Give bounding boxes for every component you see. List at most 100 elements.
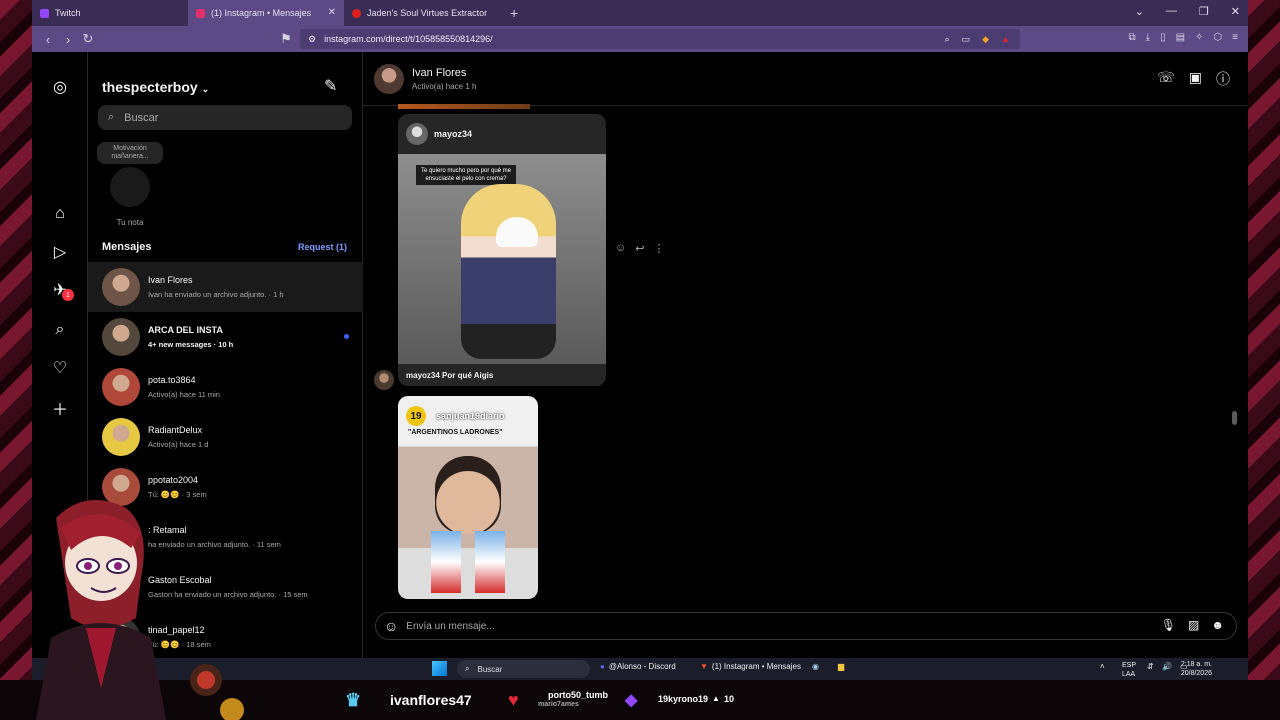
shared-post[interactable]: mayoz34 Te quiero mucho pero por qué me … xyxy=(398,114,606,386)
info-icon[interactable]: ⓘ xyxy=(1216,69,1230,89)
search-icon[interactable]: ⌕ xyxy=(50,320,70,340)
mic-icon[interactable]: 🎙 xyxy=(1161,618,1176,632)
close-tab-icon[interactable]: ✕ xyxy=(328,7,336,18)
post-header: mayoz34 xyxy=(406,123,472,145)
avatar xyxy=(102,368,140,406)
maximize-button[interactable]: ❐ xyxy=(1199,5,1209,18)
search-field[interactable]: ⌕ xyxy=(98,105,352,130)
rewards-icon[interactable]: ▲ xyxy=(1001,34,1010,45)
reload-icon[interactable]: ↻ xyxy=(78,31,98,47)
video-icon[interactable]: ▣ xyxy=(1189,69,1202,89)
conversation-item[interactable]: pota.to3864 Activo(a) hace 11 min xyxy=(88,362,363,412)
windows-icon[interactable] xyxy=(432,661,447,676)
language-indicator[interactable]: ESP LAA xyxy=(1122,661,1136,679)
cast-icon[interactable]: ▭ xyxy=(962,34,971,45)
avatar xyxy=(102,268,140,306)
contact-status: Activo(a) hace 1 h xyxy=(412,82,477,91)
forward-icon[interactable]: › xyxy=(58,32,78,47)
person-face xyxy=(435,456,501,534)
taskbar-search[interactable]: ⌕ Buscar xyxy=(457,660,590,678)
wallet-icon[interactable]: ▤ xyxy=(1176,32,1185,43)
steam-icon[interactable]: ◉ xyxy=(812,662,819,671)
taskbar-discord[interactable]: ● @Alonso - Discord xyxy=(600,662,676,671)
create-icon[interactable]: ＋ xyxy=(50,398,70,419)
new-tab-button[interactable]: + xyxy=(510,5,518,21)
search-input[interactable] xyxy=(124,111,325,124)
heart-icon: ♥ xyxy=(508,690,519,710)
volume-icon[interactable]: 🔊 xyxy=(1162,662,1172,671)
download-icon[interactable]: ⤓ xyxy=(1146,32,1150,43)
message-actions: ☺ ↩ ⋮ xyxy=(615,242,664,255)
url-actions: ⌕ ▭ ◆ ▲ xyxy=(945,34,1010,45)
instagram-icon xyxy=(196,8,205,18)
back-icon[interactable]: ‹ xyxy=(38,32,58,47)
tab-jaden[interactable]: Jaden's Soul Virtues Extractor xyxy=(344,0,500,26)
image-icon[interactable]: ▨ xyxy=(1188,618,1199,632)
conversation-item[interactable]: Ivan Flores Ivan ha enviado un archivo ad… xyxy=(88,262,363,312)
avatar[interactable] xyxy=(374,64,404,94)
conversation-name: ppotato2004 xyxy=(148,475,199,485)
reel-title: "ARGENTINOS LADRONES" xyxy=(408,429,503,436)
shield-icon[interactable]: ◆ xyxy=(982,34,989,45)
instagram-logo-icon[interactable]: ◎ xyxy=(50,77,70,97)
scroll-thumb[interactable] xyxy=(1232,411,1237,425)
avatar xyxy=(102,418,140,456)
composer-actions: 🎙 ▨ ☻ xyxy=(1161,618,1224,632)
reel-username[interactable]: sanjuan19diario xyxy=(436,411,505,421)
conversation-item[interactable]: RadiantDelux Activo(a) hace 1 d xyxy=(88,412,363,462)
previous-media-edge xyxy=(398,104,530,109)
avatar xyxy=(110,167,150,207)
close-window-button[interactable]: ✕ xyxy=(1231,5,1240,18)
leo-icon[interactable]: ✧ xyxy=(1195,32,1203,43)
post-username[interactable]: mayoz34 xyxy=(434,129,472,139)
message-composer: ☺ 🎙 ▨ ☻ xyxy=(375,612,1237,640)
requests-link[interactable]: Request (1) xyxy=(298,242,347,252)
vpn-icon[interactable]: ⬡ xyxy=(1213,32,1222,43)
post-caption: mayoz34 Por qué Aigis xyxy=(406,371,494,380)
shared-reel[interactable]: 19 sanjuan19diario "ARGENTINOS LADRONES" xyxy=(398,396,538,599)
site-settings-icon[interactable]: ⚙ xyxy=(308,34,316,45)
chat-scrollbar[interactable] xyxy=(1231,107,1239,594)
tab-instagram[interactable]: (1) Instagram • Mensajes ✕ xyxy=(188,0,344,26)
chevron-up-icon[interactable]: ˄ xyxy=(1100,662,1105,671)
sidebar-icon[interactable]: ▯ xyxy=(1160,32,1166,43)
address-bar: ‹ › ↻ ⚑ ⚙ instagram.com/direct/t/1058585… xyxy=(32,26,1248,52)
chevron-down-icon[interactable]: ⌄ xyxy=(1135,5,1144,18)
messages-badge: 1 xyxy=(62,289,74,301)
bookmark-icon[interactable]: ⚑ xyxy=(276,31,296,47)
clock[interactable]: 2:18 a. m. 20/8/2026 xyxy=(1181,660,1212,678)
post-image[interactable]: Te quiero mucho pero por qué me ensucias… xyxy=(398,154,606,364)
minimize-button[interactable]: — xyxy=(1166,5,1177,18)
sticker-icon[interactable]: ☻ xyxy=(1211,618,1224,632)
anime-figure xyxy=(461,184,556,359)
home-icon[interactable]: ⌂ xyxy=(50,204,70,224)
conversation-item[interactable]: ARCA DEL INSTA 4+ new messages · 10 h xyxy=(88,312,363,362)
message-input[interactable] xyxy=(406,620,1107,632)
conversation-preview: 4+ new messages · 10 h xyxy=(148,340,234,349)
emoji-icon[interactable]: ☺ xyxy=(615,242,626,255)
network-icon[interactable]: ⇵ xyxy=(1147,662,1154,671)
reels-icon[interactable]: ▷ xyxy=(50,242,70,262)
heart-icon[interactable]: ♡ xyxy=(50,358,70,378)
image-caption: Te quiero mucho pero por qué me ensucias… xyxy=(416,165,516,185)
contact-name[interactable]: Ivan Flores xyxy=(412,67,466,79)
more-icon[interactable]: ⋮ xyxy=(653,242,664,255)
extensions-icon[interactable]: ⧉ xyxy=(1129,32,1136,43)
url-field[interactable]: ⚙ instagram.com/direct/t/105858550814296… xyxy=(300,29,1020,49)
tab-twitch[interactable]: Twitch xyxy=(32,0,188,26)
phone-icon[interactable]: ☏ xyxy=(1157,69,1175,89)
reply-icon[interactable]: ↩ xyxy=(635,242,644,255)
map-flag-right xyxy=(475,531,505,593)
taskbar-instagram[interactable]: ▼ (1) Instagram • Mensajes xyxy=(700,662,801,671)
compose-icon[interactable]: ✎ xyxy=(324,76,337,96)
my-note[interactable]: Motivación mañanera... Tu nota xyxy=(97,142,163,227)
menu-icon[interactable]: ≡ xyxy=(1232,32,1238,43)
emoji-icon[interactable]: ☺ xyxy=(384,618,398,634)
whipped-cream xyxy=(496,217,538,247)
zoom-icon[interactable]: ⌕ xyxy=(945,34,950,45)
account-switcher[interactable]: thespecterboy ⌄ xyxy=(102,79,209,95)
taskbar-app-label: (1) Instagram • Mensajes xyxy=(711,662,801,671)
tab-bar: Twitch (1) Instagram • Mensajes ✕ Jaden'… xyxy=(32,0,1248,26)
folder-icon[interactable]: ▆ xyxy=(838,662,844,671)
lang-bottom: LAA xyxy=(1121,671,1136,678)
